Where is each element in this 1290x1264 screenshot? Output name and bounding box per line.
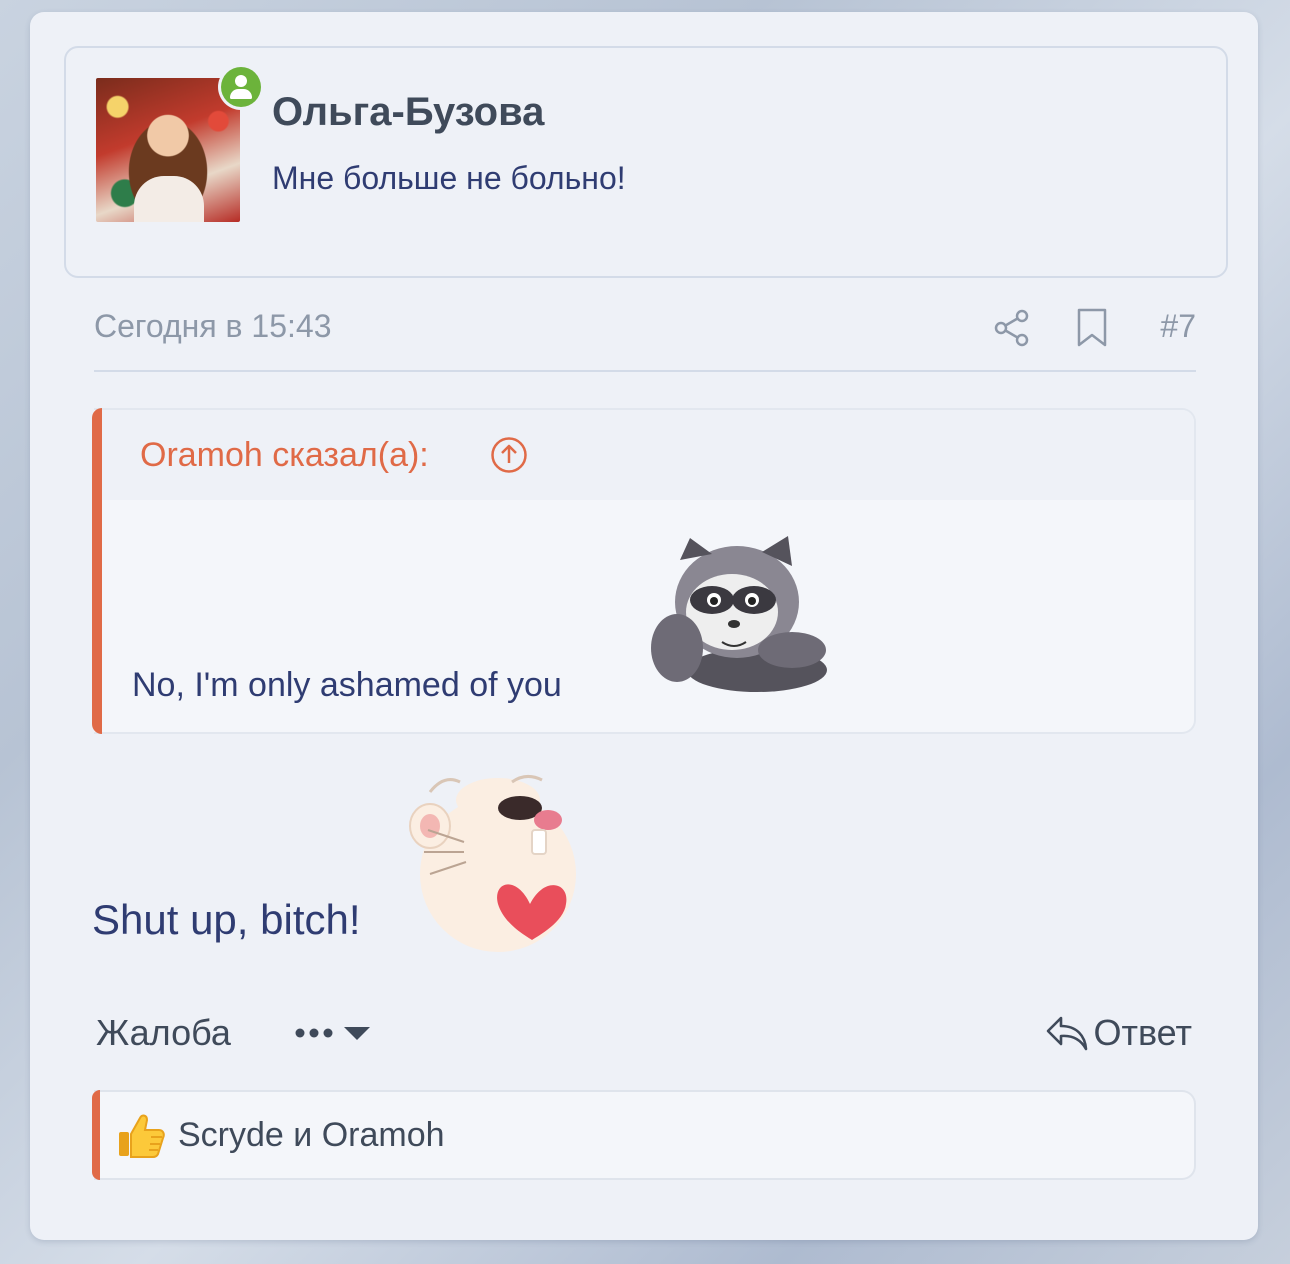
reply-label: Ответ: [1093, 1012, 1192, 1053]
author-block: Ольга-Бузова Мне больше не больно!: [64, 46, 1228, 278]
quote-header: Oramoh сказал(а):: [102, 410, 1194, 500]
post-number[interactable]: #7: [1160, 308, 1196, 345]
reply-button[interactable]: Ответ: [1045, 1012, 1192, 1054]
online-icon-head: [235, 75, 247, 87]
reactions-accent-bar: [92, 1090, 100, 1180]
online-dot: [221, 67, 261, 107]
hamster-heart-sticker: [409, 775, 576, 952]
quote-author[interactable]: Oramoh сказал(а):: [140, 436, 429, 475]
avatar-sweater: [134, 176, 204, 222]
reactions-bar[interactable]: Scryde и Oramoh: [92, 1090, 1196, 1180]
more-dots-icon[interactable]: [294, 1014, 374, 1052]
username[interactable]: Ольга-Бузова: [272, 90, 544, 135]
arrow-up-circle-icon[interactable]: [490, 436, 528, 474]
reply-arrow-icon: [1047, 1016, 1088, 1051]
quote-text: No, I'm only ashamed of you: [132, 666, 562, 704]
quote-accent-bar: [92, 408, 102, 734]
reaction-users[interactable]: Scryde и Oramoh: [178, 1116, 445, 1155]
post-meta: Сегодня в 15:43 #7: [94, 308, 1196, 372]
post-date[interactable]: Сегодня в 15:43: [94, 308, 332, 345]
avatar[interactable]: [96, 78, 240, 222]
quote-block: Oramoh сказал(а): No, I'm only ashamed o…: [92, 408, 1196, 734]
raccoon-sticker: [651, 536, 827, 692]
report-link[interactable]: Жалоба: [96, 1012, 231, 1054]
thumbs-up-icon: [119, 1114, 165, 1158]
user-status: Мне больше не больно!: [272, 160, 626, 196]
post-text: Shut up, bitch!: [92, 896, 361, 943]
user-online-icon: [218, 64, 264, 110]
post-card: Ольга-Бузова Мне больше не больно! Сегод…: [30, 12, 1258, 1240]
bookmark-icon[interactable]: [1074, 308, 1110, 348]
share-icon[interactable]: [992, 308, 1032, 348]
online-icon-body: [230, 89, 252, 99]
